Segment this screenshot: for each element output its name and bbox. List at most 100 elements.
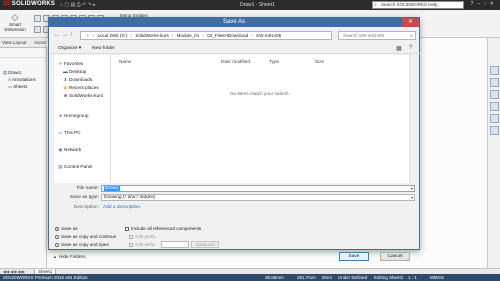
save-as-type-select[interactable]: Drawing (*.drw;*.slddrw) ▾: [101, 194, 415, 201]
prefix-suffix-input[interactable]: [161, 241, 189, 248]
save-as-radio[interactable]: Save as: [55, 226, 78, 231]
advanced-button[interactable]: Advanced: [191, 241, 219, 248]
nav-homegroup[interactable]: ● Homegroup: [58, 113, 88, 118]
address-bar[interactable]: ▪ › Local Disk (D:) › SolidWorks-kurs › Mod…: [80, 31, 332, 40]
close-button[interactable]: ✕: [402, 18, 419, 27]
dialog-title-bar[interactable]: Save As ✕: [49, 18, 419, 27]
chevron-down-icon[interactable]: ▾: [411, 186, 413, 191]
status-z: 0mm: [322, 275, 332, 280]
homegroup-icon: ●: [59, 113, 62, 118]
window-controls[interactable]: ?–▫✕: [470, 1, 498, 7]
nav-desktop[interactable]: ▬Desktop: [63, 69, 86, 74]
computer-icon: ▭: [58, 130, 63, 135]
view-options-icon[interactable]: ▦: [396, 45, 402, 52]
file-list-scrollbar[interactable]: [409, 55, 415, 183]
cancel-button[interactable]: Cancel: [380, 252, 410, 261]
nav-this-pc[interactable]: ▭This PC: [58, 130, 80, 136]
feature-manager-tree: ▤Draw1 AAnnotations ▭Sheet1: [0, 48, 47, 268]
status-scale[interactable]: 1 : 1: [408, 274, 417, 281]
status-units[interactable]: MMGS: [430, 274, 444, 281]
tab-view-layout[interactable]: View Layout: [2, 40, 26, 45]
task-pane-appearances-icon[interactable]: [490, 114, 499, 123]
tree-item-draw1[interactable]: ▤Draw1: [3, 70, 21, 76]
annotations-icon: A: [8, 77, 12, 82]
task-pane-custom-props-icon[interactable]: [490, 126, 499, 135]
computer-icon: ▪: [87, 33, 89, 38]
breadcrumb-files-download[interactable]: 02_FilesHDownload: [207, 33, 248, 38]
feature-tree-toolbar: [0, 48, 46, 58]
folder-search-input[interactable]: Search SW-m01v05 ⌕: [338, 31, 416, 40]
back-arrow-icon[interactable]: ←: [54, 32, 60, 38]
organize-button[interactable]: Organize ▾: [58, 46, 81, 51]
file-name-input[interactable]: Draw1 ▾: [101, 185, 415, 192]
task-pane-explorer-icon[interactable]: [490, 90, 499, 99]
task-pane: [487, 38, 500, 268]
solidworks-folder-icon: ■: [64, 93, 67, 98]
add-prefix-checkbox[interactable]: Add prefix: [129, 234, 156, 239]
breadcrumb-local-disk[interactable]: Local Disk (D:): [97, 33, 127, 38]
search-icon: ⌕: [374, 2, 377, 8]
dialog-title: Save As: [222, 19, 245, 25]
smart-dimension-icon: ◇: [11, 12, 19, 22]
drawing-icon: ▤: [3, 70, 8, 75]
column-header-name[interactable]: Name: [119, 59, 132, 64]
nav-network[interactable]: ◉Network: [58, 147, 81, 153]
document-title: Draw1 - Sheet1: [240, 2, 275, 8]
column-header-type[interactable]: Type: [269, 59, 279, 64]
save-as-copy-continue-radio[interactable]: Save as copy and continue: [55, 234, 116, 239]
save-as-dialog: Save As ✕ ← → ↑ ▪ › Local Disk (D:) › Soli…: [48, 17, 421, 261]
status-editing: Editing Sheet1: [374, 275, 404, 280]
help-search-input[interactable]: ⌕ Search SOLIDWORKS Help: [372, 1, 464, 9]
sheet-icon: ▭: [8, 84, 13, 89]
task-pane-library-icon[interactable]: [490, 78, 499, 87]
column-header-date-modified[interactable]: Date modified: [221, 59, 250, 64]
smart-dimension-button[interactable]: ◇ Smart Dimension: [2, 12, 28, 32]
help-icon[interactable]: ?: [409, 45, 412, 51]
save-form: File name: Draw1 ▾ Save as type: Drawing …: [49, 184, 421, 224]
file-list[interactable]: Name Date modified Type Size No items ma…: [111, 55, 409, 183]
chevron-down-icon: ▾: [410, 195, 413, 200]
nav-downloads[interactable]: ⬇ Downloads: [63, 77, 93, 83]
up-arrow-icon[interactable]: ↑: [70, 32, 73, 38]
hide-folders-toggle[interactable]: ▲ Hide Folders: [53, 254, 86, 259]
desktop-icon: ▬: [63, 69, 68, 74]
downloads-icon: ⬇: [63, 77, 68, 82]
tree-item-sheet1[interactable]: ▭Sheet1: [8, 84, 28, 90]
breadcrumb-sw-folder[interactable]: SW-m01v05: [256, 33, 281, 38]
status-y: 281.7mm: [297, 275, 316, 280]
nav-solidworks-kurs[interactable]: ■ SolidWorks-kurs: [63, 93, 103, 98]
include-refs-checkbox[interactable]: Include all referenced components: [125, 226, 201, 231]
save-button[interactable]: Save: [339, 252, 369, 261]
empty-results-message: No items match your search.: [230, 91, 290, 96]
forward-arrow-icon[interactable]: →: [62, 32, 68, 38]
column-header-size[interactable]: Size: [315, 59, 324, 64]
search-icon: ⌕: [410, 33, 413, 38]
save-as-copy-open-radio[interactable]: Save as copy and open: [55, 242, 109, 247]
dialog-command-bar: Organize ▾ New folder ▦ ?: [50, 44, 420, 54]
caret-up-icon: ▲: [53, 254, 57, 259]
add-suffix-checkbox[interactable]: Add suffix: [129, 242, 155, 247]
status-edition: SOLIDWORKS Premium 2015 x64 Edition: [3, 275, 88, 280]
save-as-type-label: Save as type:: [69, 195, 99, 200]
task-pane-view-palette-icon[interactable]: [490, 102, 499, 111]
nav-control-panel[interactable]: ▤Control Panel: [58, 164, 92, 170]
task-pane-resources-icon[interactable]: [490, 66, 499, 75]
recent-places-icon: ▣: [63, 85, 68, 90]
save-options: Save as Save as copy and continue Save a…: [49, 226, 421, 251]
ds-logo-icon: 3S: [3, 1, 11, 7]
nav-favorites[interactable]: ★Favorites: [58, 61, 83, 67]
network-icon: ◉: [58, 147, 63, 152]
tree-item-annotations[interactable]: AAnnotations: [8, 77, 36, 82]
add-description-link[interactable]: Add a description: [103, 205, 140, 210]
quick-access-toolbar[interactable]: ⌂ ▢ ▤ ⎙ ↶ ↷ ▸: [60, 2, 96, 8]
status-bar: SOLIDWORKS Premium 2015 x64 Edition 36.8…: [0, 274, 500, 281]
tab-annotation[interactable]: Annot: [34, 40, 46, 45]
description-label: Description:: [73, 205, 99, 210]
breadcrumb-module[interactable]: Module_01: [177, 33, 200, 38]
solidworks-logo[interactable]: 3SSOLIDWORKS: [3, 1, 55, 7]
control-panel-icon: ▤: [58, 164, 63, 169]
new-folder-button[interactable]: New folder: [92, 46, 115, 51]
breadcrumb-solidworks-kurs[interactable]: SolidWorks-kurs: [135, 33, 168, 38]
address-row: ← → ↑ ▪ › Local Disk (D:) › SolidWorks-kur…: [54, 31, 416, 40]
nav-recent-places[interactable]: ▣Recent places: [63, 85, 98, 91]
